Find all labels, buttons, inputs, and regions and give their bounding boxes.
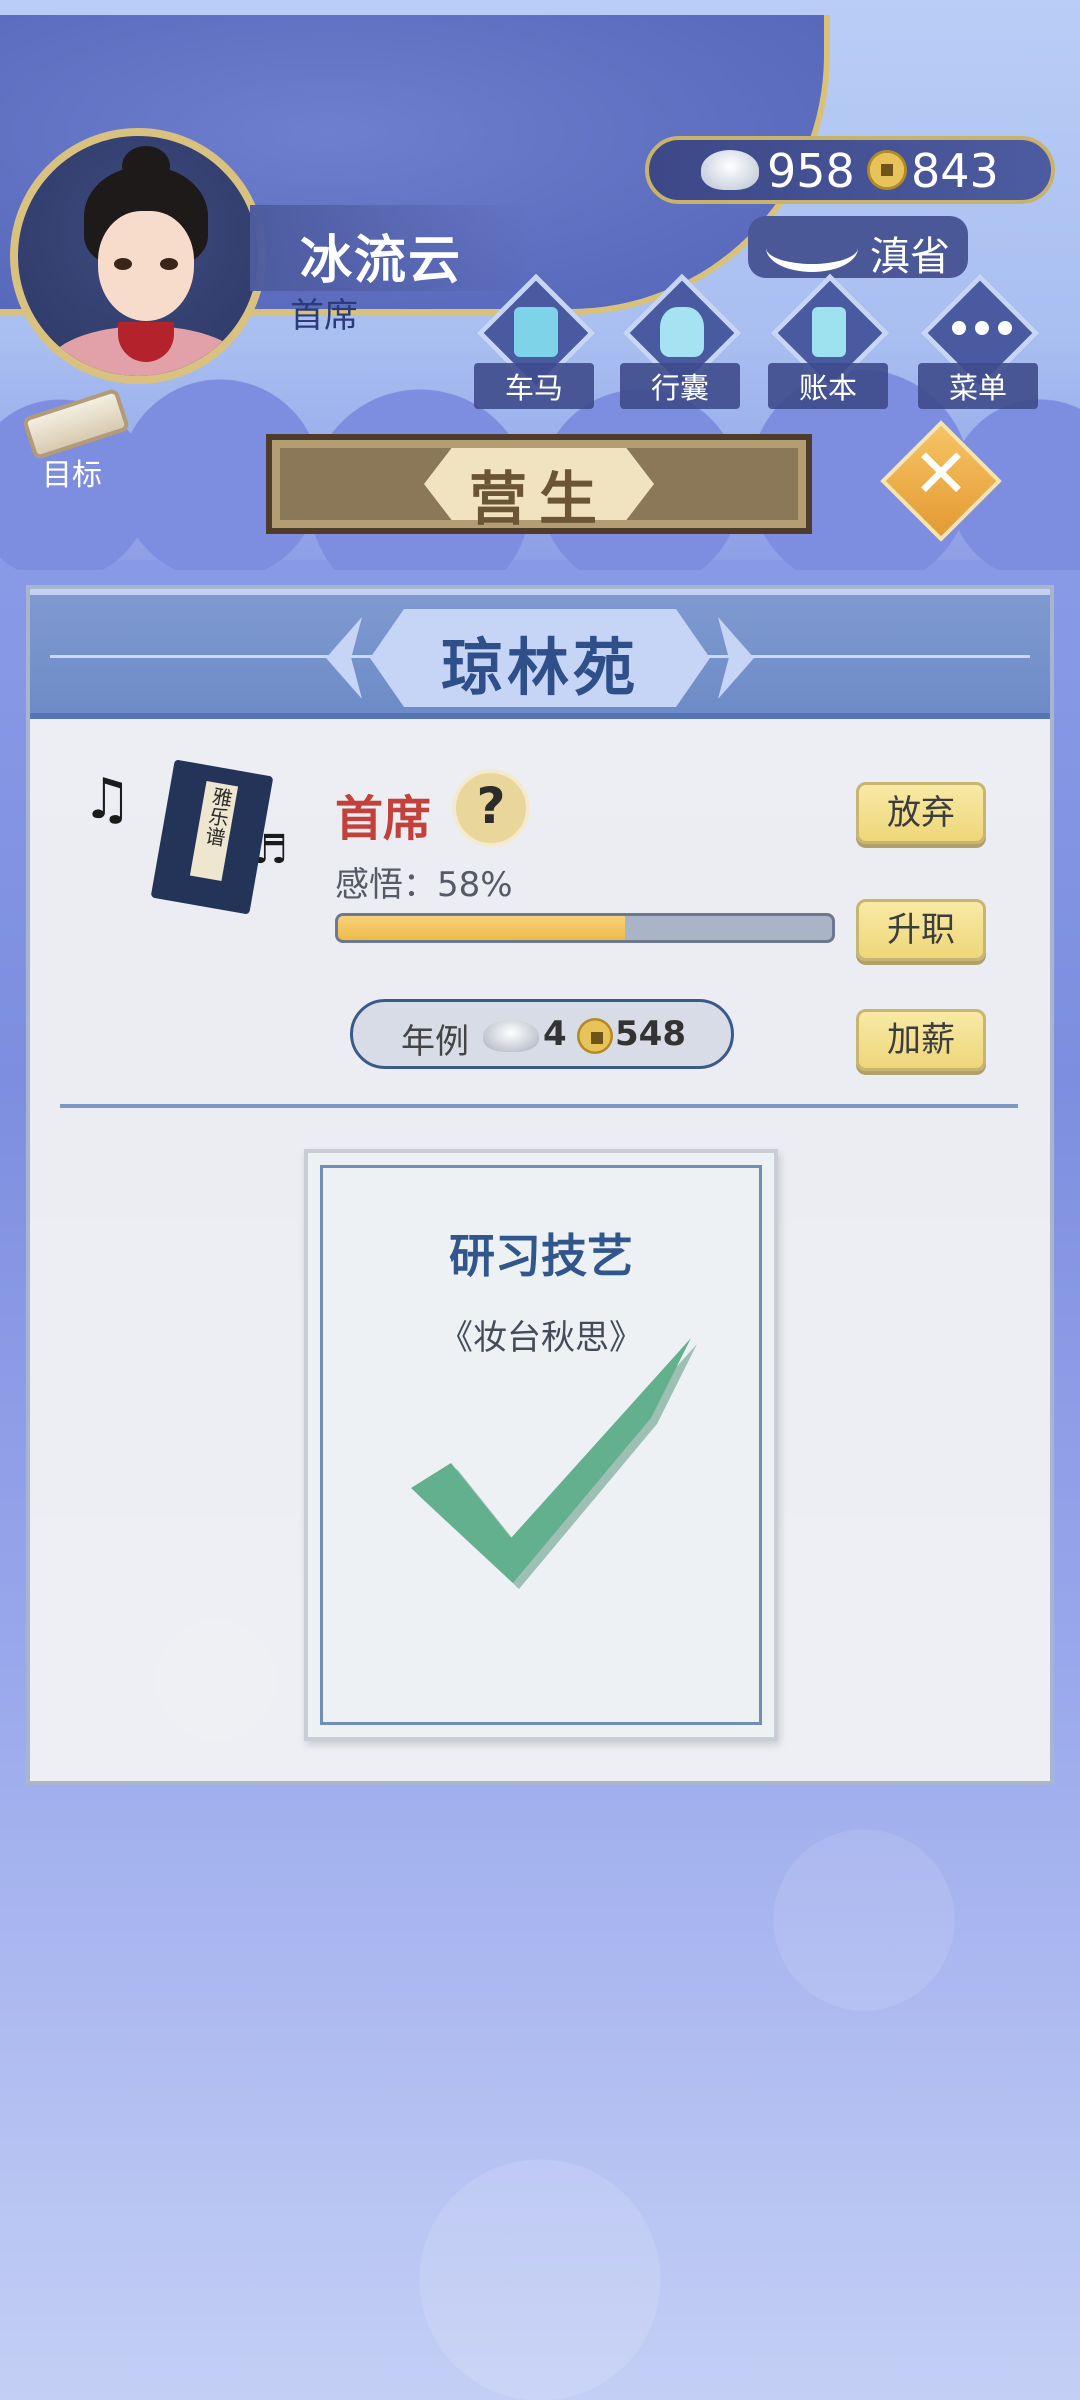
panel-header: 琼林苑 [30, 589, 1050, 719]
nav-label: 账本 [768, 363, 888, 409]
panel-title: 琼林苑 [440, 631, 639, 704]
question-icon: ? [476, 777, 506, 835]
nav-label: 车马 [474, 363, 594, 409]
screen-title: 营生 [468, 465, 609, 533]
currency-bar[interactable]: 958 843 [645, 136, 1055, 204]
avatar-eye-left [114, 258, 132, 270]
location-chip[interactable]: 滇省 [748, 216, 968, 280]
insight-progress-bar [335, 913, 835, 943]
silver-amount: 958 [767, 144, 855, 198]
promote-button[interactable]: 升职 [856, 899, 986, 961]
copper-coin-icon [577, 1018, 613, 1054]
job-rank: 首席 [335, 791, 432, 847]
player-rank: 首席 [290, 296, 358, 336]
insight-progress-fill [338, 916, 625, 940]
workplace-panel: 琼林苑 ♫ ♬ 雅乐谱 首席 ? 感悟：58% 放弃 升职 加薪 年例 4 54… [26, 585, 1054, 1785]
bag-icon [660, 307, 704, 357]
copper-amount: 843 [911, 144, 999, 198]
silver-ingot-icon [701, 150, 759, 190]
salary-copper: 548 [615, 1014, 686, 1054]
ledger-icon [812, 307, 846, 357]
nav-label: 菜单 [918, 363, 1038, 409]
nav-bag-button[interactable]: 行囊 [620, 273, 742, 409]
quit-button[interactable]: 放弃 [856, 782, 986, 844]
player-avatar[interactable] [10, 128, 266, 384]
section-divider [60, 1104, 1018, 1108]
nav-label: 行囊 [620, 363, 740, 409]
menu-dots-icon [952, 321, 1012, 335]
task-title: 研习技艺 [449, 1229, 633, 1283]
salary-label: 年例 [401, 1022, 469, 1062]
goal-label: 目标 [42, 458, 102, 493]
goal-button[interactable]: 目标 [18, 387, 131, 493]
music-note-icon: ♫ [82, 767, 133, 832]
task-card-frame: 研习技艺 《妆台秋思》 [320, 1165, 762, 1725]
avatar-eye-right [160, 258, 178, 270]
salary-pill: 年例 4 548 [350, 999, 734, 1069]
title-ornament-right [718, 617, 754, 699]
nav-menu-button[interactable]: 菜单 [918, 273, 1040, 409]
title-ornament-left [326, 617, 362, 699]
help-button[interactable]: ? [452, 769, 530, 847]
nav-ledger-button[interactable]: 账本 [768, 273, 890, 409]
music-book-icon: ♫ ♬ 雅乐谱 [82, 757, 330, 927]
location-boat-icon [766, 224, 858, 272]
location-label: 滇省 [870, 234, 950, 280]
close-icon: ✕ [912, 435, 970, 514]
salary-silver: 4 [543, 1014, 567, 1054]
checkmark-icon [411, 1338, 697, 1589]
screen-title-banner: 营生 [266, 434, 812, 534]
player-name: 冰流云 [300, 231, 463, 291]
task-card[interactable]: 研习技艺 《妆台秋思》 [304, 1149, 778, 1741]
silver-ingot-icon [483, 1020, 539, 1052]
avatar-face [98, 211, 194, 321]
copper-coin-icon [867, 150, 907, 190]
nav-carriage-button[interactable]: 车马 [474, 273, 596, 409]
insight-label: 感悟：58% [335, 865, 513, 905]
carriage-icon [514, 307, 558, 357]
raise-button[interactable]: 加薪 [856, 1009, 986, 1071]
